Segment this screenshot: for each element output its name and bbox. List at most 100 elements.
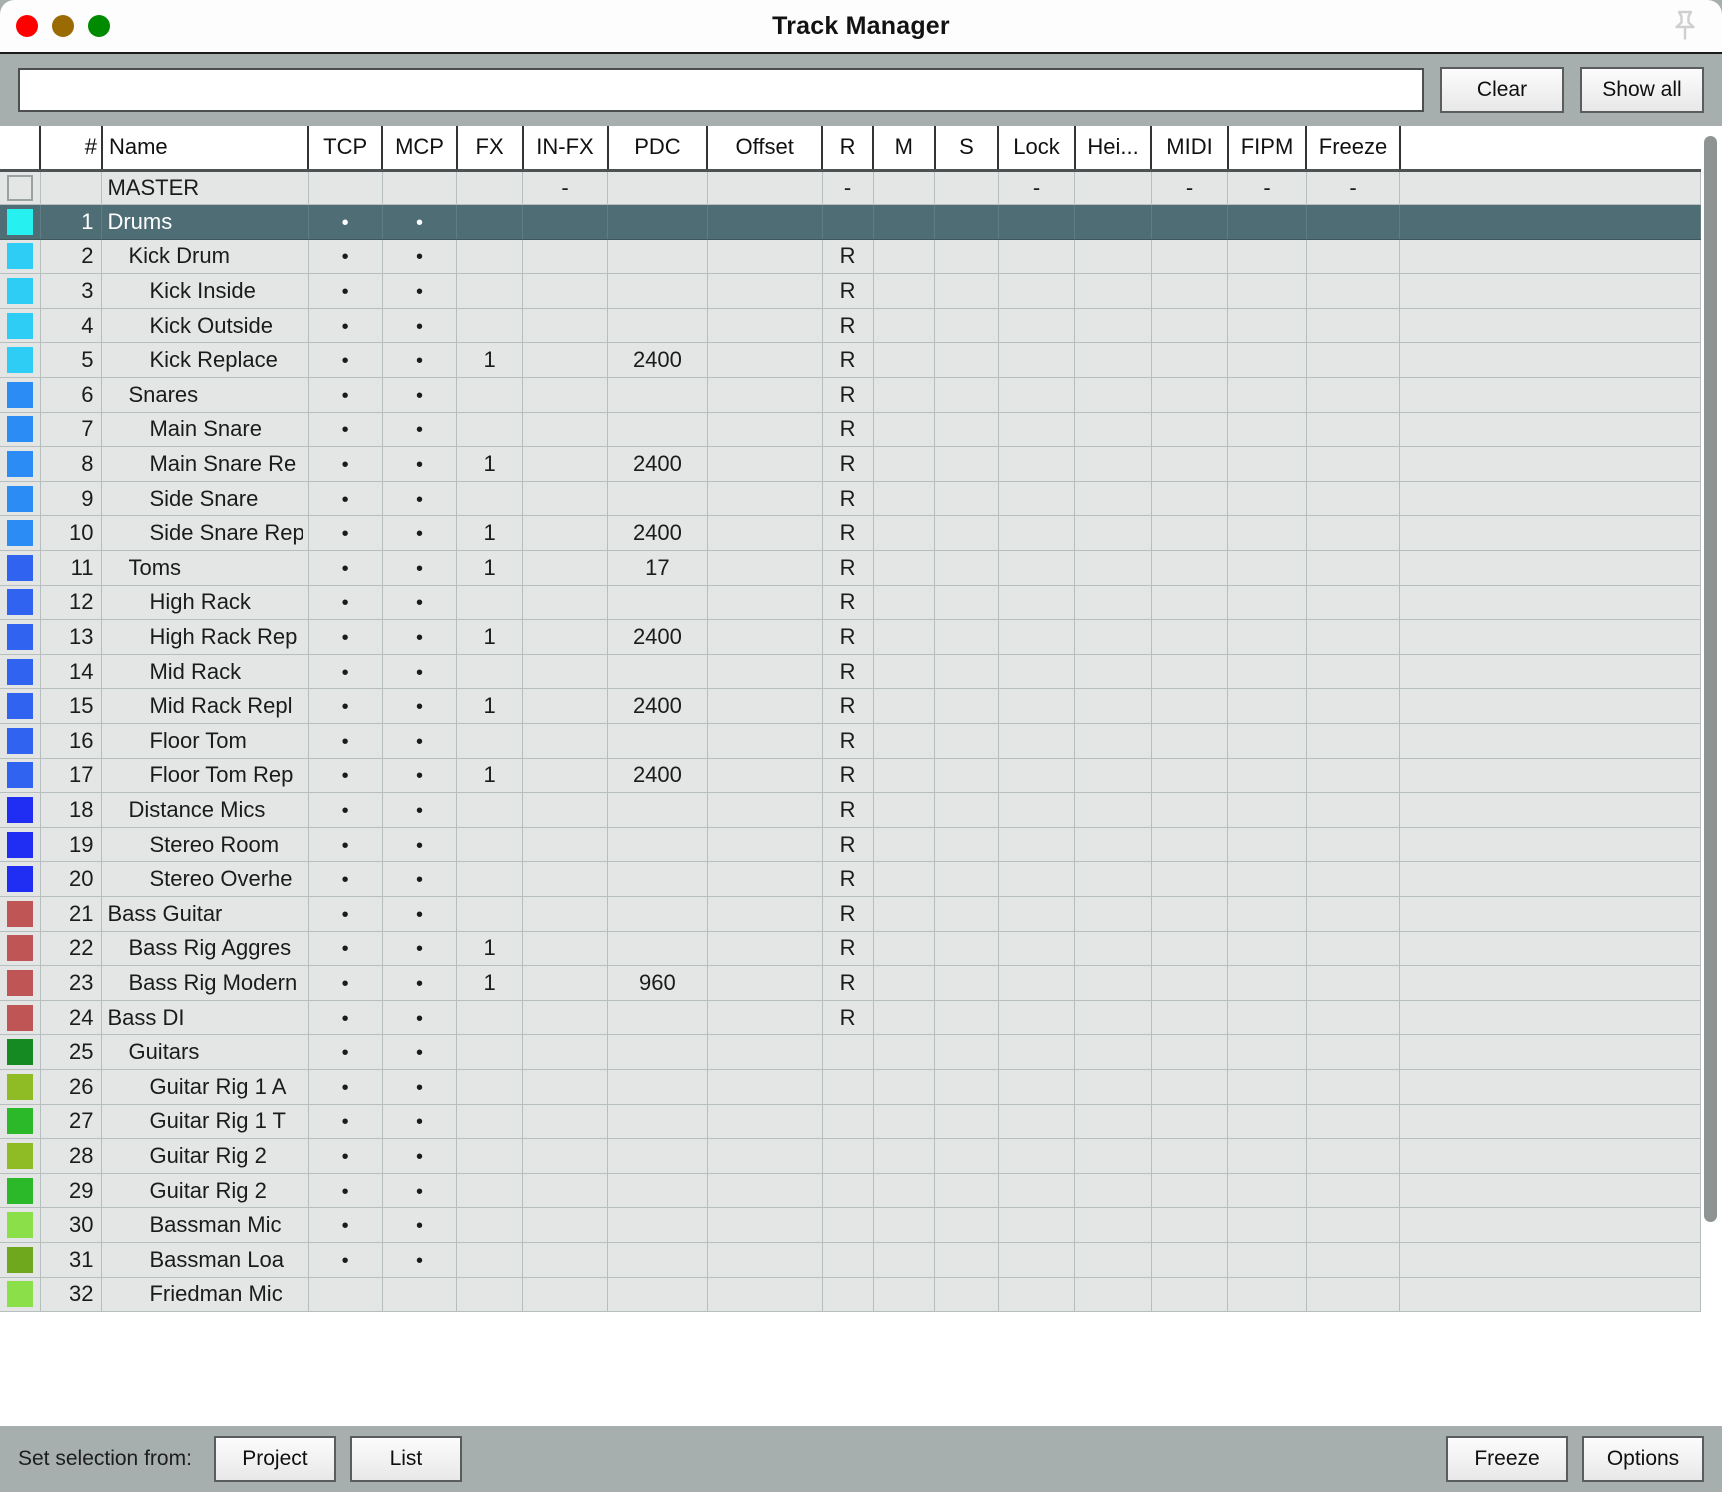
track-name[interactable]: Main Snare Re bbox=[102, 447, 308, 482]
cell-hei[interactable] bbox=[1075, 481, 1151, 516]
cell-offset[interactable] bbox=[707, 239, 822, 274]
column-header-num[interactable]: # bbox=[40, 126, 102, 170]
cell-offset[interactable] bbox=[707, 689, 822, 724]
cell-fx[interactable] bbox=[457, 1139, 523, 1174]
cell-freeze[interactable] bbox=[1306, 1242, 1399, 1277]
cell-s[interactable] bbox=[935, 551, 999, 586]
cell-r[interactable]: R bbox=[822, 378, 873, 413]
cell-hei[interactable] bbox=[1075, 966, 1151, 1001]
row-tail-cell[interactable] bbox=[1400, 205, 1701, 240]
cell-midi[interactable] bbox=[1151, 793, 1227, 828]
cell-fx[interactable]: 1 bbox=[457, 551, 523, 586]
cell-lock[interactable] bbox=[998, 1069, 1074, 1104]
cell-fipm[interactable] bbox=[1228, 343, 1307, 378]
cell-r[interactable] bbox=[822, 1277, 873, 1312]
table-row[interactable]: 7Main Snare••R bbox=[0, 412, 1701, 447]
cell-infx[interactable] bbox=[523, 239, 608, 274]
track-number[interactable]: 25 bbox=[40, 1035, 102, 1070]
cell-m[interactable] bbox=[873, 205, 935, 240]
cell-s[interactable] bbox=[935, 1208, 999, 1243]
cell-mcp[interactable]: • bbox=[382, 758, 456, 793]
cell-tcp[interactable]: • bbox=[308, 1069, 382, 1104]
cell-pdc[interactable] bbox=[608, 274, 708, 309]
cell-freeze[interactable]: - bbox=[1306, 170, 1399, 205]
track-color-swatch[interactable] bbox=[0, 516, 40, 551]
cell-fx[interactable] bbox=[457, 585, 523, 620]
track-name[interactable]: MASTER bbox=[102, 170, 308, 205]
cell-mcp[interactable]: • bbox=[382, 654, 456, 689]
cell-pdc[interactable]: 2400 bbox=[608, 343, 708, 378]
color-chip[interactable] bbox=[7, 797, 33, 823]
track-number[interactable]: 32 bbox=[40, 1277, 102, 1312]
cell-infx[interactable] bbox=[523, 274, 608, 309]
cell-pdc[interactable] bbox=[608, 585, 708, 620]
cell-fx[interactable] bbox=[457, 1277, 523, 1312]
table-row[interactable]: 16Floor Tom••R bbox=[0, 724, 1701, 759]
cell-fx[interactable] bbox=[457, 308, 523, 343]
cell-lock[interactable]: - bbox=[998, 170, 1074, 205]
cell-freeze[interactable] bbox=[1306, 239, 1399, 274]
track-color-swatch[interactable] bbox=[0, 308, 40, 343]
cell-infx[interactable] bbox=[523, 1104, 608, 1139]
freeze-button[interactable]: Freeze bbox=[1446, 1436, 1568, 1482]
color-chip[interactable] bbox=[7, 1178, 33, 1204]
cell-r[interactable] bbox=[822, 1173, 873, 1208]
cell-freeze[interactable] bbox=[1306, 585, 1399, 620]
color-chip[interactable] bbox=[7, 555, 33, 581]
cell-fx[interactable] bbox=[457, 205, 523, 240]
track-number[interactable]: 8 bbox=[40, 447, 102, 482]
cell-tcp[interactable]: • bbox=[308, 585, 382, 620]
track-number[interactable]: 31 bbox=[40, 1242, 102, 1277]
cell-m[interactable] bbox=[873, 1208, 935, 1243]
cell-lock[interactable] bbox=[998, 827, 1074, 862]
table-row[interactable]: 25Guitars•• bbox=[0, 1035, 1701, 1070]
color-chip[interactable] bbox=[7, 1074, 33, 1100]
track-color-swatch[interactable] bbox=[0, 343, 40, 378]
cell-fipm[interactable] bbox=[1228, 1277, 1307, 1312]
cell-mcp[interactable]: • bbox=[382, 724, 456, 759]
color-chip[interactable] bbox=[7, 347, 33, 373]
cell-s[interactable] bbox=[935, 585, 999, 620]
cell-m[interactable] bbox=[873, 170, 935, 205]
cell-pdc[interactable] bbox=[608, 896, 708, 931]
row-tail-cell[interactable] bbox=[1400, 412, 1701, 447]
track-color-swatch[interactable] bbox=[0, 793, 40, 828]
color-chip[interactable] bbox=[7, 416, 33, 442]
cell-offset[interactable] bbox=[707, 1173, 822, 1208]
cell-s[interactable] bbox=[935, 274, 999, 309]
cell-s[interactable] bbox=[935, 412, 999, 447]
table-row[interactable]: 8Main Snare Re••12400R bbox=[0, 447, 1701, 482]
track-name[interactable]: Bass DI bbox=[102, 1000, 308, 1035]
column-header-hei[interactable]: Hei... bbox=[1075, 126, 1151, 170]
vertical-scrollbar[interactable] bbox=[1704, 132, 1717, 1422]
cell-freeze[interactable] bbox=[1306, 966, 1399, 1001]
cell-hei[interactable] bbox=[1075, 1069, 1151, 1104]
cell-infx[interactable] bbox=[523, 378, 608, 413]
cell-offset[interactable] bbox=[707, 896, 822, 931]
cell-hei[interactable] bbox=[1075, 447, 1151, 482]
track-number[interactable] bbox=[40, 170, 102, 205]
cell-midi[interactable] bbox=[1151, 1104, 1227, 1139]
track-name[interactable]: Kick Outside bbox=[102, 308, 308, 343]
filter-input[interactable] bbox=[18, 68, 1424, 112]
table-row[interactable]: 20Stereo Overhe••R bbox=[0, 862, 1701, 897]
column-header-lock[interactable]: Lock bbox=[998, 126, 1074, 170]
track-name[interactable]: Mid Rack Repl bbox=[102, 689, 308, 724]
cell-fipm[interactable]: - bbox=[1228, 170, 1307, 205]
cell-r[interactable]: R bbox=[822, 1000, 873, 1035]
track-name[interactable]: Stereo Overhe bbox=[102, 862, 308, 897]
cell-offset[interactable] bbox=[707, 1139, 822, 1174]
row-tail-cell[interactable] bbox=[1400, 1208, 1701, 1243]
track-name[interactable]: High Rack bbox=[102, 585, 308, 620]
track-name[interactable]: Floor Tom bbox=[102, 724, 308, 759]
color-chip[interactable] bbox=[7, 243, 33, 269]
track-color-swatch[interactable] bbox=[0, 274, 40, 309]
cell-mcp[interactable]: • bbox=[382, 447, 456, 482]
cell-m[interactable] bbox=[873, 654, 935, 689]
row-tail-cell[interactable] bbox=[1400, 931, 1701, 966]
track-number[interactable]: 1 bbox=[40, 205, 102, 240]
cell-infx[interactable] bbox=[523, 481, 608, 516]
cell-fipm[interactable] bbox=[1228, 585, 1307, 620]
cell-mcp[interactable]: • bbox=[382, 862, 456, 897]
cell-infx[interactable] bbox=[523, 1208, 608, 1243]
